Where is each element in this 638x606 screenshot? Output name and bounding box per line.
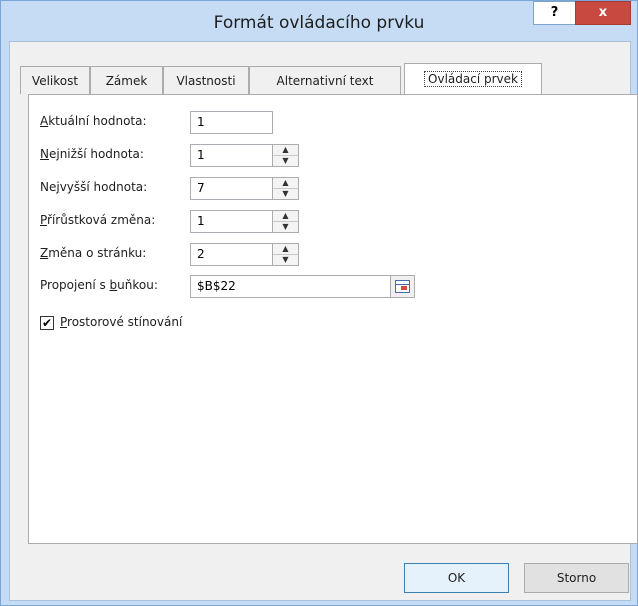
tab-vlastnosti[interactable]: Vlastnosti bbox=[163, 66, 249, 94]
spin-down-arrow-icon[interactable]: ▼ bbox=[273, 255, 298, 265]
page-change-label: Změna o stránku: bbox=[40, 246, 147, 260]
tab-label: Ovládací prvek bbox=[424, 71, 522, 87]
range-select-icon bbox=[395, 280, 410, 293]
tab-label: Alternativní text bbox=[276, 74, 374, 88]
shading-3d-checkbox[interactable]: ✔ bbox=[40, 316, 54, 330]
max-value-label: Nejvyšší hodnota: bbox=[40, 180, 148, 194]
spin-up-arrow-icon[interactable]: ▲ bbox=[273, 145, 298, 156]
title-bar[interactable]: Formát ovládacího prvku ? x bbox=[1, 1, 637, 41]
current-value-label: Aktuální hodnota: bbox=[40, 114, 147, 128]
tab-label: Zámek bbox=[105, 74, 148, 88]
min-value-label: Nejnižší hodnota: bbox=[40, 147, 144, 161]
min-value-spinner[interactable]: ▲ ▼ bbox=[272, 144, 299, 167]
increment-input[interactable]: 1 bbox=[190, 210, 273, 233]
spin-down-arrow-icon[interactable]: ▼ bbox=[273, 222, 298, 232]
current-value-input[interactable]: 1 bbox=[190, 111, 273, 134]
page-change-input[interactable]: 2 bbox=[190, 243, 273, 266]
close-button[interactable]: x bbox=[575, 1, 631, 25]
tab-alternativni-text[interactable]: Alternativní text bbox=[249, 66, 401, 94]
max-value-input[interactable]: 7 bbox=[190, 177, 273, 200]
tab-zamek[interactable]: Zámek bbox=[90, 66, 163, 94]
ok-button[interactable]: OK bbox=[404, 563, 509, 593]
min-value-input[interactable]: 1 bbox=[190, 144, 273, 167]
help-button[interactable]: ? bbox=[533, 1, 576, 25]
tab-label: Velikost bbox=[31, 74, 79, 88]
cell-link-input[interactable]: $B$22 bbox=[190, 275, 391, 298]
spin-up-arrow-icon[interactable]: ▲ bbox=[273, 244, 298, 255]
spin-down-arrow-icon[interactable]: ▼ bbox=[273, 156, 298, 166]
shading-3d-label[interactable]: Prostorové stínování bbox=[60, 315, 182, 329]
tab-ovladaci-prvek[interactable]: Ovládací prvek bbox=[404, 63, 542, 95]
increment-label: Přírůstková změna: bbox=[40, 213, 156, 227]
increment-spinner[interactable]: ▲ ▼ bbox=[272, 210, 299, 233]
max-value-spinner[interactable]: ▲ ▼ bbox=[272, 177, 299, 200]
cancel-button[interactable]: Storno bbox=[524, 563, 629, 593]
cell-reference-button[interactable] bbox=[390, 275, 415, 298]
cell-link-label: Propojení s buňkou: bbox=[40, 278, 158, 292]
spin-down-arrow-icon[interactable]: ▼ bbox=[273, 189, 298, 199]
spin-up-arrow-icon[interactable]: ▲ bbox=[273, 178, 298, 189]
tab-label: Vlastnosti bbox=[176, 74, 236, 88]
tab-velikost[interactable]: Velikost bbox=[20, 66, 90, 94]
page-change-spinner[interactable]: ▲ ▼ bbox=[272, 243, 299, 266]
spin-up-arrow-icon[interactable]: ▲ bbox=[273, 211, 298, 222]
